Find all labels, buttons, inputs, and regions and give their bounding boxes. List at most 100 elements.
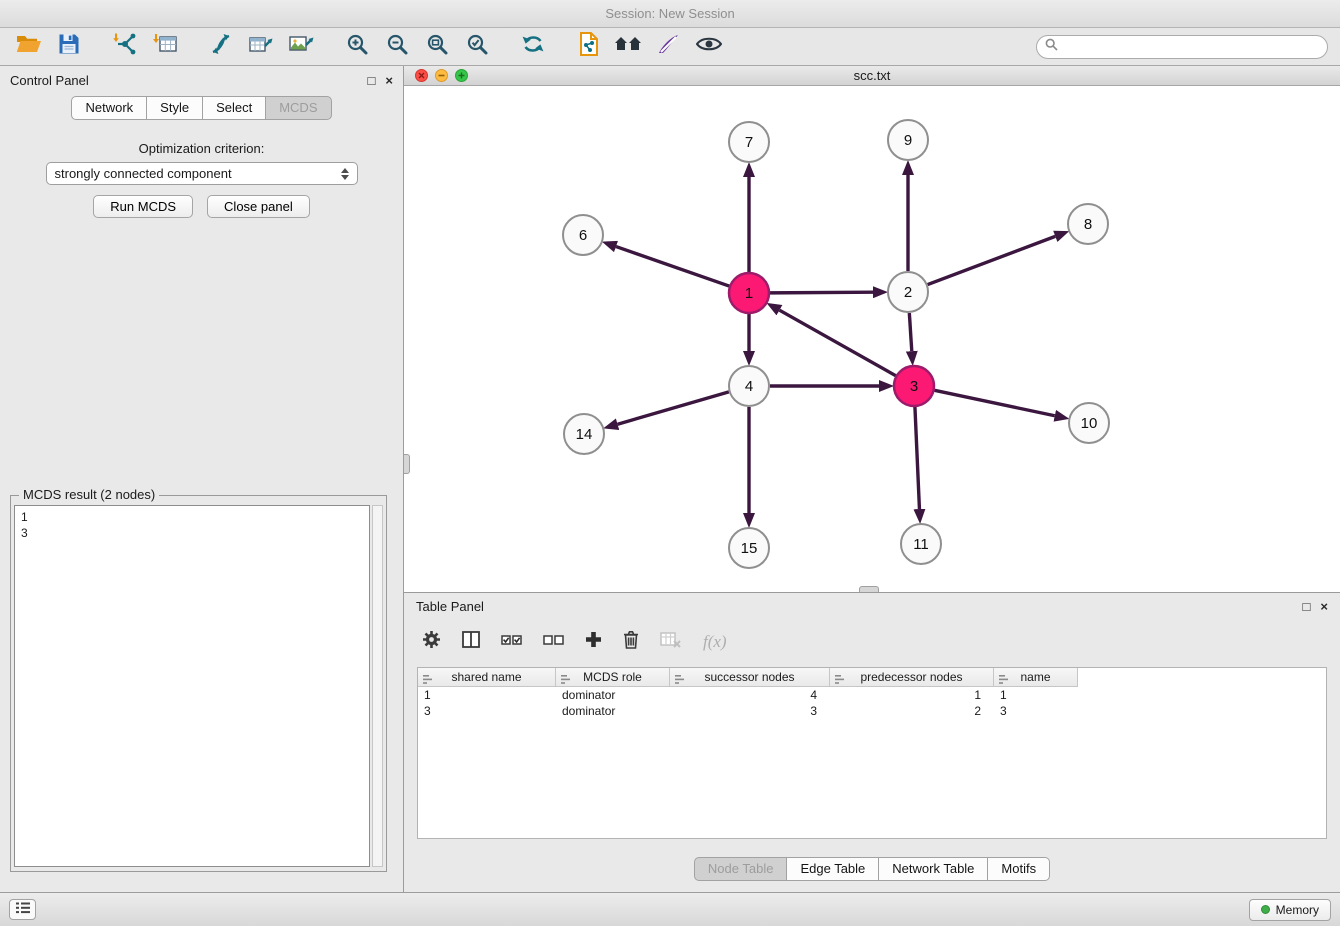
open-session-button[interactable] [12, 32, 46, 62]
memory-button[interactable]: Memory [1249, 899, 1331, 921]
mcds-result-text: 1 3 [14, 505, 370, 867]
table-cell[interactable]: 1 [830, 687, 994, 703]
export-table-button[interactable] [244, 32, 278, 62]
zoom-fit-icon [426, 33, 449, 61]
save-session-button[interactable] [52, 32, 86, 62]
close-panel-button[interactable]: Close panel [207, 195, 310, 218]
first-neighbors-button[interactable] [612, 32, 646, 62]
function-builder-button[interactable]: f(x) [703, 632, 727, 652]
export-network-button[interactable] [204, 32, 238, 62]
import-network-button[interactable] [108, 32, 142, 62]
table-cell[interactable]: 1 [994, 687, 1078, 703]
edge-3-11[interactable] [915, 407, 920, 509]
edge-2-8[interactable] [928, 236, 1056, 284]
eye-icon [696, 35, 722, 58]
close-panel-icon[interactable]: × [385, 74, 393, 87]
sort-icon [835, 673, 845, 687]
import-table-button[interactable] [148, 32, 182, 62]
close-table-panel-icon[interactable]: × [1320, 600, 1328, 613]
delete-table-button[interactable] [660, 631, 682, 654]
table-cell[interactable]: dominator [556, 687, 670, 703]
zoom-in-button[interactable] [340, 32, 374, 62]
table-settings-button[interactable] [422, 630, 441, 654]
vertical-splitter-handle[interactable] [404, 454, 410, 474]
table-row[interactable]: 1dominator411 [418, 687, 1326, 703]
run-mcds-button[interactable]: Run MCDS [93, 195, 193, 218]
export-network-icon [209, 32, 233, 61]
column-header-predecessor-nodes[interactable]: predecessor nodes [830, 668, 994, 687]
zoom-in-icon [346, 33, 369, 61]
minimize-window-button[interactable] [435, 69, 448, 82]
table-cell[interactable]: dominator [556, 703, 670, 719]
edge-2-3[interactable] [909, 313, 911, 351]
edge-4-14[interactable] [618, 392, 729, 424]
optimization-criterion-label: Optimization criterion: [0, 141, 403, 156]
tab-network-table[interactable]: Network Table [878, 857, 988, 881]
table-row[interactable]: 3dominator323 [418, 703, 1326, 719]
table-cell[interactable]: 2 [830, 703, 994, 719]
edge-3-10[interactable] [935, 390, 1055, 415]
show-panel-button[interactable] [9, 899, 36, 920]
maximize-window-button[interactable] [455, 69, 468, 82]
zoom-out-button[interactable] [380, 32, 414, 62]
table-cell[interactable]: 3 [670, 703, 830, 719]
table-cell[interactable]: 4 [670, 687, 830, 703]
tab-mcds[interactable]: MCDS [265, 96, 331, 120]
control-panel: Control Panel □ × NetworkStyleSelectMCDS… [0, 66, 404, 892]
right-column: scc.txt 7968124314101511 Table Panel □ × [404, 66, 1340, 892]
sort-icon [561, 673, 571, 687]
column-header-label: shared name [451, 670, 521, 684]
refresh-layout-button[interactable] [516, 32, 550, 62]
window-title: Session: New Session [605, 6, 734, 21]
table-cell[interactable]: 3 [994, 703, 1078, 719]
column-header-shared-name[interactable]: shared name [418, 668, 556, 687]
node-label-6: 6 [579, 227, 587, 244]
network-canvas[interactable]: 7968124314101511 [404, 86, 1340, 592]
zoom-selected-button[interactable] [460, 32, 494, 62]
create-column-button[interactable] [585, 631, 602, 653]
table-cell[interactable]: 3 [418, 703, 556, 719]
list-icon [16, 901, 30, 919]
column-header-label: name [1020, 670, 1050, 684]
columns-icon [462, 631, 480, 653]
export-image-button[interactable] [284, 32, 318, 62]
tab-select[interactable]: Select [202, 96, 266, 120]
show-columns-button[interactable] [462, 631, 480, 653]
column-header-label: successor nodes [704, 670, 794, 684]
table-cell[interactable]: 1 [418, 687, 556, 703]
network-file-icon [578, 32, 600, 61]
tab-network[interactable]: Network [71, 96, 147, 120]
refresh-icon [520, 32, 546, 61]
criterion-dropdown[interactable]: strongly connected component [46, 162, 358, 185]
select-all-columns-button[interactable] [501, 633, 522, 652]
graphics-details-button[interactable] [692, 32, 726, 62]
network-file-button[interactable] [572, 32, 606, 62]
result-scrollbar[interactable] [372, 505, 383, 867]
node-label-11: 11 [913, 536, 929, 553]
tab-node-table[interactable]: Node Table [694, 857, 788, 881]
column-header-successor-nodes[interactable]: successor nodes [670, 668, 830, 687]
float-panel-icon[interactable]: □ [368, 74, 376, 87]
search-input[interactable] [1063, 39, 1319, 54]
column-header-mcds-role[interactable]: MCDS role [556, 668, 670, 687]
tab-style[interactable]: Style [146, 96, 203, 120]
zoom-fit-button[interactable] [420, 32, 454, 62]
control-panel-body: Optimization criterion: strongly connect… [0, 127, 403, 892]
float-table-panel-icon[interactable]: □ [1303, 600, 1311, 613]
memory-status-dot [1261, 905, 1270, 914]
close-window-button[interactable] [415, 69, 428, 82]
unselect-all-columns-button[interactable] [543, 633, 564, 652]
node-label-15: 15 [741, 540, 758, 557]
paint-style-button[interactable] [652, 32, 686, 62]
search-box[interactable] [1036, 35, 1328, 59]
column-header-name[interactable]: name [994, 668, 1078, 687]
tab-edge-table[interactable]: Edge Table [786, 857, 879, 881]
node-label-8: 8 [1084, 216, 1092, 233]
tab-motifs[interactable]: Motifs [987, 857, 1050, 881]
delete-columns-button[interactable] [623, 630, 639, 654]
edge-3-1[interactable] [779, 310, 895, 376]
horizontal-splitter-handle[interactable] [859, 586, 879, 592]
sort-icon [675, 673, 685, 687]
edge-1-2[interactable] [770, 292, 873, 293]
edge-1-6[interactable] [616, 247, 729, 287]
